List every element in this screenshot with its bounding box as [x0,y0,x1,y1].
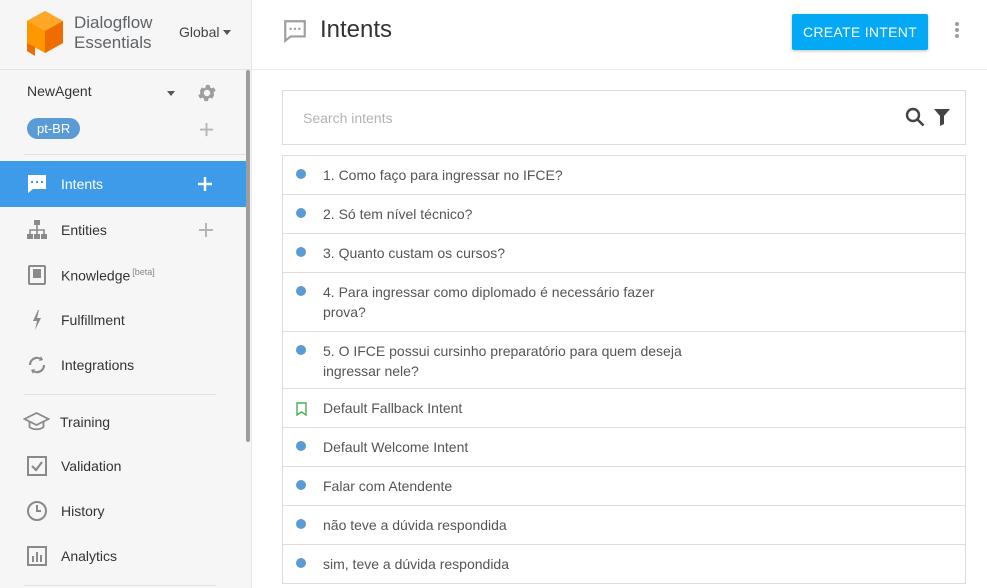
divider [24,585,216,586]
intent-label: Falar com Atendente [323,478,453,494]
intent-dot-icon [296,441,306,451]
brand-name: Dialogflow Essentials [74,13,152,53]
sync-icon [28,356,46,374]
intent-label: Default Fallback Intent [323,400,463,416]
dialogflow-logo-icon[interactable] [26,9,64,57]
create-intent-button[interactable]: CREATE INTENT [792,14,928,50]
intent-row[interactable]: não teve a dúvida respondida [283,506,965,545]
intent-row[interactable]: 5. O IFCE possui cursinho preparatório p… [283,332,965,389]
agent-name[interactable]: NewAgent [27,83,92,99]
add-language-icon[interactable] [199,122,214,137]
chevron-down-icon [223,29,232,35]
brand-header: Dialogflow Essentials Global [0,0,251,70]
sidebar-item-label: Training [60,414,111,430]
intent-label: 3. Quanto custam os cursos? [323,245,506,261]
sidebar-item-label: Knowledge [beta] [61,267,155,284]
chat-icon [28,175,46,193]
hierarchy-icon [27,220,47,239]
sidebar-item-analytics[interactable]: Analytics [0,533,246,579]
intent-dot-icon [296,558,306,568]
sidebar-item-history[interactable]: History [0,488,246,534]
intent-label: 5. O IFCE possui cursinho preparatório p… [323,343,682,379]
intent-label: 1. Como faço para ingressar no IFCE? [323,167,563,183]
sidebar: Dialogflow Essentials Global NewAgent pt… [0,0,252,588]
intent-label: 4. Para ingressar como diplomado é neces… [323,284,655,320]
sidebar-item-intents[interactable]: Intents [0,161,246,207]
intent-dot-icon [296,169,306,179]
sidebar-item-label: Integrations [61,357,135,373]
intent-label: 2. Só tem nível técnico? [323,206,473,222]
checkbox-icon [27,456,47,476]
intent-row[interactable]: Default Welcome Intent [283,428,965,467]
sidebar-item-entities[interactable]: Entities [0,207,246,253]
intent-row[interactable]: 4. Para ingressar como diplomado é neces… [283,273,965,332]
region-selector[interactable]: Global [179,24,232,40]
intent-row[interactable]: sim, teve a dúvida respondida [283,545,965,584]
sidebar-item-label: Validation [61,458,122,474]
region-label: Global [179,24,220,40]
intent-dot-icon [296,286,306,296]
sidebar-item-label: History [61,503,105,519]
page-title: Intents [320,16,393,43]
sidebar-item-training[interactable]: Training [0,399,246,445]
intent-label: Default Welcome Intent [323,439,469,455]
book-icon [28,265,46,285]
page-header: Intents CREATE INTENT [252,0,987,70]
divider [24,154,246,155]
filter-icon[interactable] [933,108,951,126]
language-chip[interactable]: pt-BR [27,118,81,139]
gear-icon[interactable] [196,82,218,104]
intent-row[interactable]: 1. Como faço para ingressar no IFCE? [283,156,965,195]
intent-dot-icon [296,480,306,490]
agent-dropdown-icon[interactable] [167,91,175,96]
search-bar [282,90,966,145]
intent-label: sim, teve a dúvida respondida [323,556,509,572]
intent-dot-icon [296,247,306,257]
intent-dot-icon [296,519,306,529]
sidebar-item-fulfillment[interactable]: Fulfillment [0,297,246,343]
intent-dot-icon [296,345,306,355]
sidebar-scrollbar[interactable] [246,70,250,442]
clock-icon [27,501,47,521]
intent-dot-icon [296,208,306,218]
brand-line1: Dialogflow [74,13,153,32]
intent-row[interactable]: Default Fallback Intent [283,389,965,428]
sidebar-item-integrations[interactable]: Integrations [0,342,246,388]
more-vert-icon[interactable] [952,20,962,40]
sidebar-item-label: Intents [61,176,104,192]
intent-row[interactable]: 3. Quanto custam os cursos? [283,234,965,273]
knowledge-label: Knowledge [61,267,131,284]
brand-line2: Essentials [74,33,152,52]
intent-row[interactable]: Falar com Atendente [283,467,965,506]
bookmark-icon [296,402,307,416]
sidebar-item-label: Entities [61,222,107,238]
intent-label: não teve a dúvida respondida [323,517,507,533]
graduation-cap-icon [23,411,50,431]
intent-row[interactable]: 2. Só tem nível técnico? [283,195,965,234]
lightning-icon [33,310,41,330]
search-icon[interactable] [905,107,925,127]
divider [24,394,216,395]
sidebar-item-knowledge[interactable]: Knowledge [beta] [0,252,246,298]
beta-badge: [beta] [132,266,155,277]
chat-icon [284,20,306,44]
bar-chart-icon [27,546,47,566]
add-intent-icon[interactable] [197,176,213,192]
intent-list: 1. Como faço para ingressar no IFCE? 2. S… [282,155,966,584]
sidebar-item-validation[interactable]: Validation [0,443,246,489]
search-input[interactable] [303,103,883,133]
sidebar-item-label: Fulfillment [61,312,125,328]
add-entity-icon[interactable] [198,222,214,238]
sidebar-item-label: Analytics [61,548,118,564]
